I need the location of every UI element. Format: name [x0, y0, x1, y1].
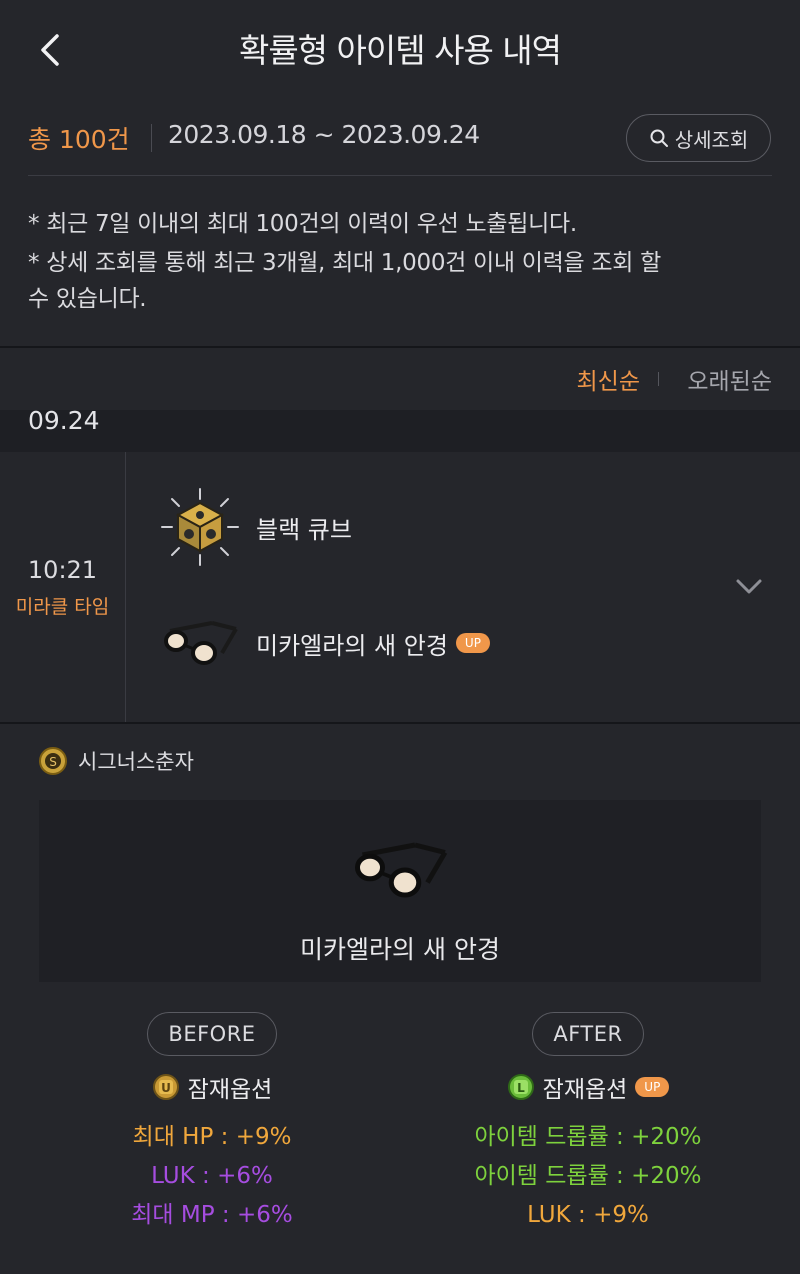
before-label: BEFORE [147, 1012, 277, 1056]
black-cube-icon [161, 488, 239, 566]
character-coin-icon: S [39, 747, 67, 775]
used-item-row: 블랙 큐브 [160, 488, 352, 566]
total-count: 총 100건 [28, 125, 130, 154]
app-header: 확률형 아이템 사용 내역 [0, 0, 800, 100]
legendary-grade-icon: L [507, 1074, 534, 1100]
up-badge: UP [455, 633, 490, 653]
group-date: 09.24 [28, 406, 100, 435]
notice-line: 수 있습니다. [28, 286, 147, 312]
date-range: 2023.09.18 ~ 2023.09.24 [168, 120, 480, 149]
potential-header: U 잠재옵션 [42, 1070, 382, 1104]
divider [658, 372, 659, 386]
svg-text:S: S [49, 755, 57, 769]
summary-section: 총 100건 2023.09.18 ~ 2023.09.24 상세조회 * 최근… [0, 100, 800, 346]
item-card: 미카엘라의 새 안경 [39, 800, 761, 982]
option-line: 아이템 드롭률 : +20% [474, 1124, 702, 1150]
option-line: LUK : +6% [151, 1163, 273, 1189]
item-name: 미카엘라의 새 안경 [256, 631, 448, 660]
record-time: 10:21 [27, 556, 98, 584]
history-record[interactable]: 10:21 미라클 타임 블랙 큐브 미카엘라의 새 안경 UP [0, 452, 800, 724]
unique-grade-icon: U [152, 1074, 179, 1100]
sort-oldest-button[interactable]: 오래된순 [687, 362, 772, 396]
option-line: LUK : +9% [527, 1202, 649, 1228]
glasses-icon [164, 621, 238, 665]
svg-text:L: L [517, 1081, 525, 1095]
page-title: 확률형 아이템 사용 내역 [238, 31, 562, 70]
after-column: AFTER L 잠재옵션 UP 아이템 드롭률 : +20% 아이템 드롭률 :… [418, 1012, 758, 1235]
up-badge: UP [635, 1077, 670, 1097]
result-item-row: 미카엘라의 새 안경 UP [160, 608, 490, 678]
detail-search-label: 상세조회 [674, 127, 749, 152]
option-list: 최대 HP : +9% LUK : +6% 최대 MP : +6% [42, 1118, 382, 1235]
event-label: 미라클 타임 [15, 596, 110, 618]
potential-label: 잠재옵션 [187, 1077, 273, 1103]
option-line: 최대 HP : +9% [132, 1124, 292, 1150]
divider [125, 452, 126, 724]
divider [151, 124, 152, 152]
option-line: 최대 MP : +6% [131, 1202, 293, 1228]
search-icon [650, 129, 668, 147]
detail-item-name: 미카엘라의 새 안경 [300, 935, 500, 964]
before-column: BEFORE U 잠재옵션 최대 HP : +9% LUK : +6% 최대 M… [42, 1012, 382, 1235]
after-label: AFTER [532, 1012, 644, 1056]
notice-line: * 상세 조회를 통해 최근 3개월, 최대 1,000건 이내 이력을 조회 … [28, 250, 661, 276]
sort-bar: 최신순 오래된순 [0, 348, 800, 410]
divider [28, 175, 772, 176]
option-line: 아이템 드롭률 : +20% [474, 1163, 702, 1189]
chevron-down-icon[interactable] [732, 574, 766, 598]
character-row: S 시그너스춘자 [38, 746, 194, 776]
detail-search-button[interactable]: 상세조회 [626, 114, 771, 162]
svg-text:U: U [161, 1081, 171, 1095]
item-name: 블랙 큐브 [256, 515, 352, 544]
character-name: 시그너스춘자 [78, 750, 194, 774]
notice-line: * 최근 7일 이내의 최대 100건의 이력이 우선 노출됩니다. [28, 211, 577, 237]
option-list: 아이템 드롭률 : +20% 아이템 드롭률 : +20% LUK : +9% [418, 1118, 758, 1235]
glasses-icon [355, 842, 448, 898]
sort-latest-button[interactable]: 최신순 [577, 362, 640, 396]
detail-panel: S 시그너스춘자 미카엘라의 새 안경 BEFORE U 잠재옵션 최대 HP … [0, 724, 800, 1274]
potential-label: 잠재옵션 [542, 1077, 628, 1103]
potential-header: L 잠재옵션 UP [418, 1070, 758, 1104]
